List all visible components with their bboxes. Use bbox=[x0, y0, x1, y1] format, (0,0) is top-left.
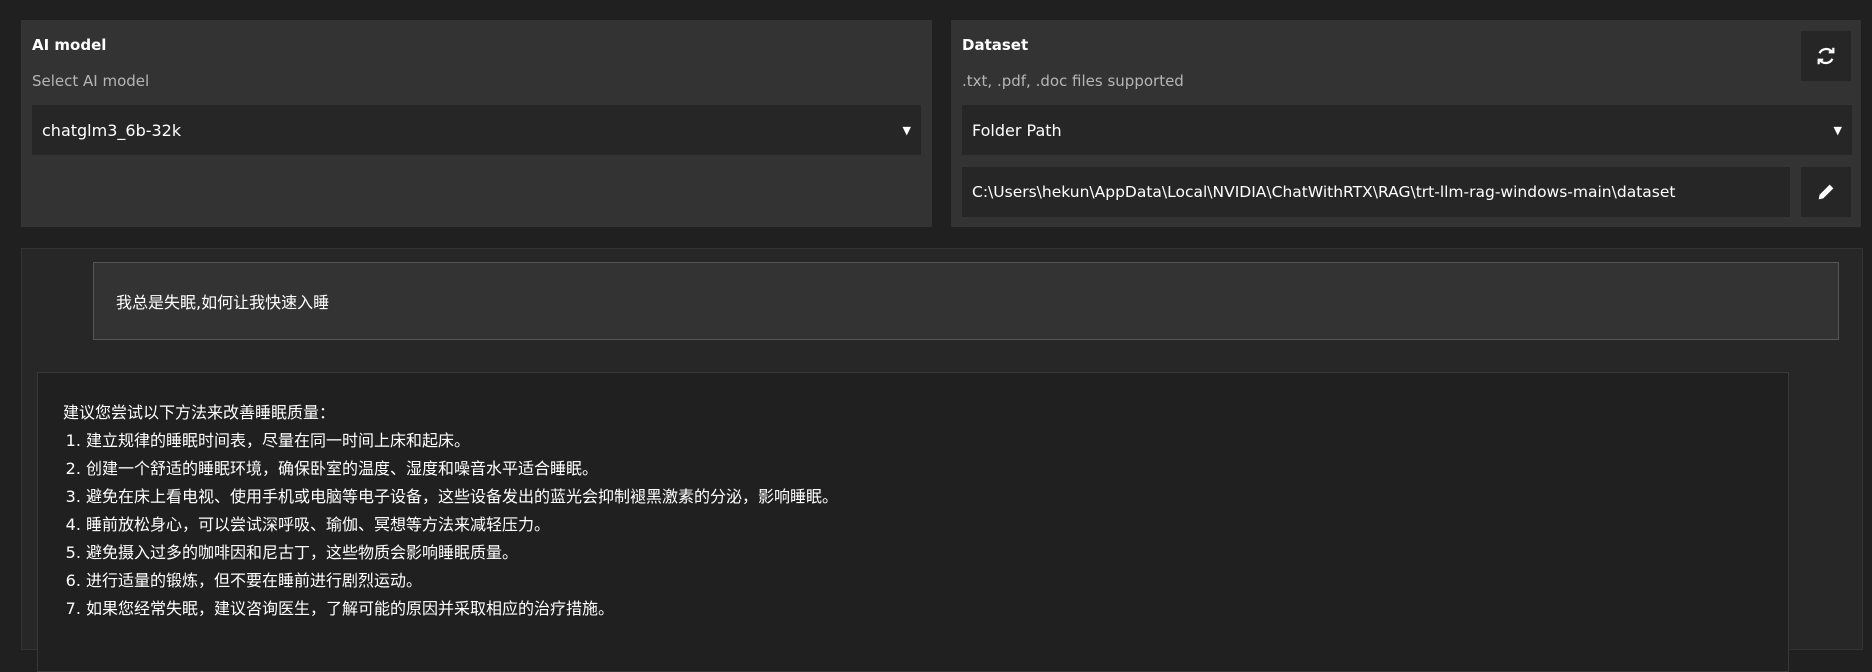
list-item: 避免在床上看电视、使用手机或电脑等电子设备，这些设备发出的蓝光会抑制褪黑激素的分… bbox=[86, 483, 1788, 511]
folder-path-value: C:\Users\hekun\AppData\Local\NVIDIA\Chat… bbox=[972, 183, 1676, 201]
bot-message-intro: 建议您尝试以下方法来改善睡眠质量： bbox=[63, 403, 336, 422]
list-item: 创建一个舒适的睡眠环境，确保卧室的温度、湿度和噪音水平适合睡眠。 bbox=[86, 455, 1788, 483]
model-dropdown-value: chatglm3_6b-32k bbox=[42, 120, 182, 140]
list-item: 避免摄入过多的咖啡因和尼古丁，这些物质会影响睡眠质量。 bbox=[86, 539, 1788, 567]
dataset-source-dropdown[interactable]: Folder Path ▼ bbox=[962, 105, 1852, 155]
user-message: 我总是失眠,如何让我快速入睡 bbox=[93, 262, 1839, 340]
refresh-button[interactable] bbox=[1801, 31, 1851, 81]
bot-message-list: 建立规律的睡眠时间表，尽量在同一时间上床和起床。 创建一个舒适的睡眠环境，确保卧… bbox=[63, 427, 1788, 623]
dataset-subtitle: .txt, .pdf, .doc files supported bbox=[962, 72, 1184, 90]
refresh-icon bbox=[1817, 47, 1835, 65]
folder-path-field[interactable]: C:\Users\hekun\AppData\Local\NVIDIA\Chat… bbox=[962, 167, 1790, 217]
chevron-down-icon: ▼ bbox=[1833, 123, 1842, 137]
chevron-down-icon: ▼ bbox=[902, 123, 911, 137]
dataset-title: Dataset bbox=[962, 36, 1029, 54]
chat-area[interactable]: 我总是失眠,如何让我快速入睡 建议您尝试以下方法来改善睡眠质量： 建立规律的睡眠… bbox=[21, 248, 1863, 672]
ai-model-panel: AI model Select AI model chatglm3_6b-32k… bbox=[21, 20, 932, 227]
list-item: 睡前放松身心，可以尝试深呼吸、瑜伽、冥想等方法来减轻压力。 bbox=[86, 511, 1788, 539]
user-message-text: 我总是失眠,如何让我快速入睡 bbox=[116, 293, 330, 312]
list-item: 如果您经常失眠，建议咨询医生，了解可能的原因并采取相应的治疗措施。 bbox=[86, 595, 1788, 623]
list-item: 建立规律的睡眠时间表，尽量在同一时间上床和起床。 bbox=[86, 427, 1788, 455]
dataset-source-value: Folder Path bbox=[972, 120, 1062, 140]
pencil-icon bbox=[1818, 184, 1834, 200]
ai-model-title: AI model bbox=[32, 36, 107, 54]
list-item: 进行适量的锻炼，但不要在睡前进行剧烈运动。 bbox=[86, 567, 1788, 595]
edit-path-button[interactable] bbox=[1801, 167, 1851, 217]
model-dropdown[interactable]: chatglm3_6b-32k ▼ bbox=[32, 105, 921, 155]
bot-message: 建议您尝试以下方法来改善睡眠质量： 建立规律的睡眠时间表，尽量在同一时间上床和起… bbox=[37, 372, 1789, 672]
ai-model-subtitle: Select AI model bbox=[32, 72, 150, 90]
dataset-panel: Dataset .txt, .pdf, .doc files supported… bbox=[951, 20, 1861, 227]
